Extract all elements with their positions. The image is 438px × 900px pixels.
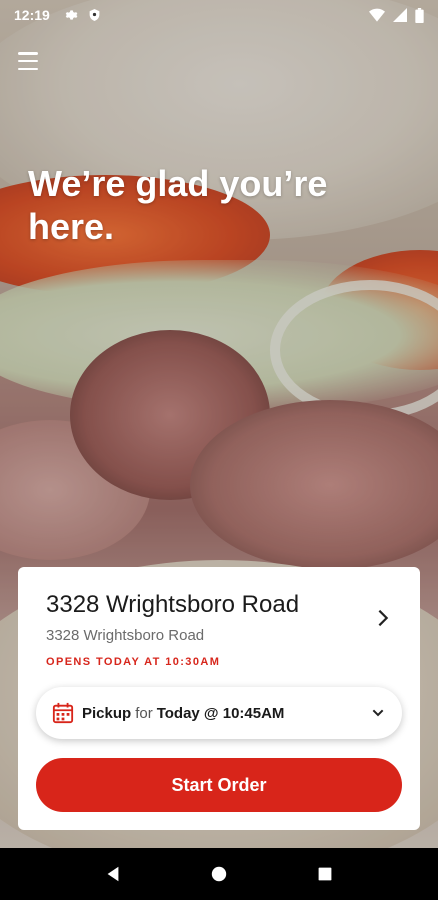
hamburger-menu-icon[interactable] xyxy=(18,52,38,70)
hero-line-2: here. xyxy=(28,206,115,248)
system-nav-bar xyxy=(0,848,438,900)
location-card[interactable]: 3328 Wrightsboro Road 3328 Wrightsboro R… xyxy=(18,567,420,830)
pickup-time: Today @ 10:45AM xyxy=(156,704,285,722)
hero-heading: We’re glad you’re here. xyxy=(28,162,388,248)
pickup-mode: Pickup xyxy=(82,704,132,722)
shield-icon xyxy=(89,9,100,21)
wifi-icon xyxy=(369,8,385,22)
back-icon[interactable] xyxy=(93,854,133,894)
calendar-icon xyxy=(52,702,74,724)
hours-status: OPENS TODAY AT 10:30AM xyxy=(46,656,221,668)
gear-icon xyxy=(65,10,78,20)
status-time: 12:19 xyxy=(14,7,50,23)
location-name: 3328 Wrightsboro Road xyxy=(46,591,300,618)
pickup-time-selector[interactable]: Pickup for Today @ 10:45AM xyxy=(36,687,402,739)
status-bar: 12:19 xyxy=(0,0,438,30)
recents-icon[interactable] xyxy=(305,854,345,894)
pickup-connector: for xyxy=(135,704,153,722)
hero-line-1: We’re glad you’re xyxy=(28,163,328,204)
battery-icon xyxy=(415,7,424,23)
start-order-button[interactable]: Start Order xyxy=(36,758,402,812)
chevron-down-icon xyxy=(372,709,384,717)
chevron-right-icon[interactable] xyxy=(372,607,394,629)
home-icon[interactable] xyxy=(199,854,239,894)
signal-icon xyxy=(393,8,407,22)
location-address: 3328 Wrightsboro Road xyxy=(46,627,205,644)
